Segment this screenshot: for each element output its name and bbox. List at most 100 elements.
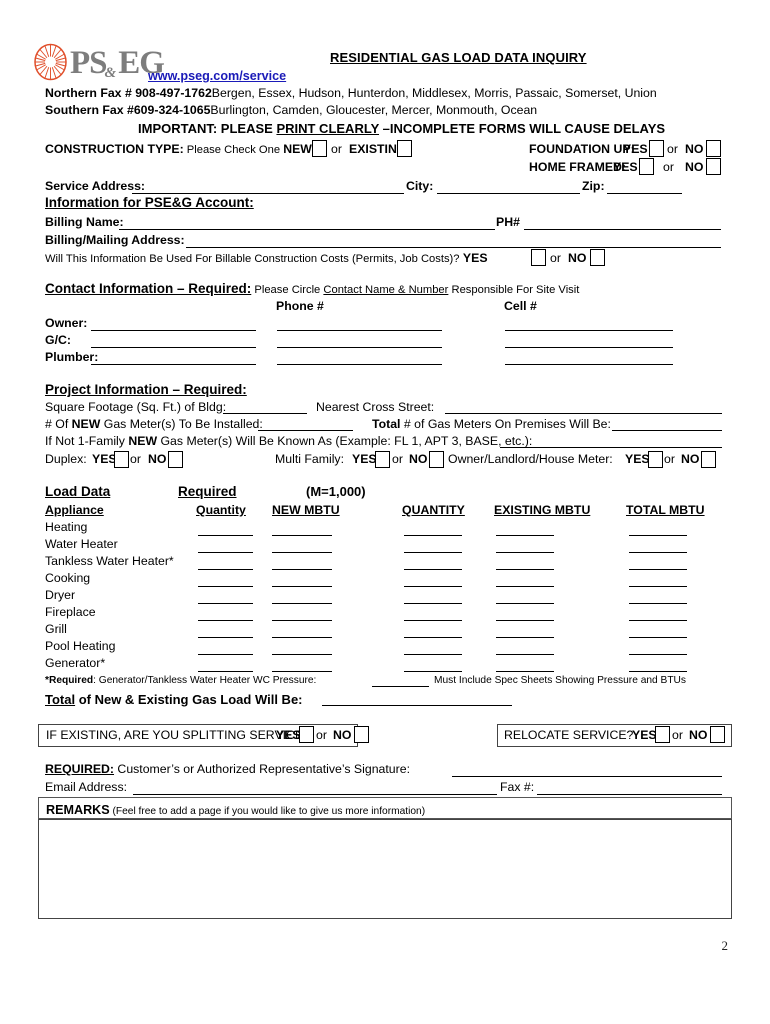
input-dryer-total-mbtu[interactable] bbox=[629, 603, 687, 604]
phone-input[interactable] bbox=[524, 229, 721, 230]
input-grill-quantity[interactable] bbox=[198, 637, 253, 638]
checkbox-foundation-yes[interactable] bbox=[649, 140, 664, 157]
checkbox-multifamily-no[interactable] bbox=[429, 451, 444, 468]
input-grill-total-mbtu[interactable] bbox=[629, 637, 687, 638]
input-tankless-quantity[interactable] bbox=[198, 569, 253, 570]
input-cooking-new-mbtu[interactable] bbox=[272, 586, 332, 587]
input-dryer-new-mbtu[interactable] bbox=[272, 603, 332, 604]
input-water-heater-new-mbtu[interactable] bbox=[272, 552, 332, 553]
contact-owner-phone-input[interactable] bbox=[277, 330, 442, 331]
zip-input[interactable] bbox=[607, 193, 682, 194]
input-cooking-quantity[interactable] bbox=[198, 586, 253, 587]
contact-plumber-cell-input[interactable] bbox=[505, 364, 673, 365]
cross-street-input[interactable] bbox=[445, 413, 722, 414]
input-wc-pressure[interactable] bbox=[372, 686, 429, 687]
southern-fax-line: Southern Fax #609-324-1065Burlington, Ca… bbox=[45, 104, 537, 117]
input-tankless-new-mbtu[interactable] bbox=[272, 569, 332, 570]
checkbox-foundation-no[interactable] bbox=[706, 140, 721, 157]
contact-gc-phone-input[interactable] bbox=[277, 347, 442, 348]
total-meters-input[interactable] bbox=[612, 430, 722, 431]
input-total-gas-load[interactable] bbox=[322, 705, 512, 706]
checkbox-home-framed-no[interactable] bbox=[706, 158, 721, 175]
input-signature[interactable] bbox=[452, 776, 722, 777]
checkbox-billable-no[interactable] bbox=[590, 249, 605, 266]
checkbox-relocate-yes[interactable] bbox=[655, 726, 670, 743]
email-label: Email Address: bbox=[45, 780, 128, 794]
input-cooking-quantity-existing[interactable] bbox=[404, 586, 462, 587]
input-tankless-total-mbtu[interactable] bbox=[629, 569, 687, 570]
input-email-address[interactable] bbox=[133, 794, 497, 795]
input-fax-number[interactable] bbox=[537, 794, 722, 795]
input-fireplace-quantity-existing[interactable] bbox=[404, 620, 462, 621]
total-gas-load-label: Total of New & Existing Gas Load Will Be… bbox=[45, 692, 303, 707]
input-dryer-existing-mbtu[interactable] bbox=[496, 603, 554, 604]
appliance-label-grill: Grill bbox=[45, 622, 67, 636]
input-generator-existing-mbtu[interactable] bbox=[496, 671, 554, 672]
contact-gc-cell-input[interactable] bbox=[505, 347, 673, 348]
checkbox-owner-meter-no[interactable] bbox=[701, 451, 716, 468]
sqft-input[interactable] bbox=[223, 413, 307, 414]
checkbox-construction-existing[interactable] bbox=[397, 140, 412, 157]
input-pool-heating-total-mbtu[interactable] bbox=[629, 654, 687, 655]
contact-owner-name-input[interactable] bbox=[91, 330, 256, 331]
input-grill-new-mbtu[interactable] bbox=[272, 637, 332, 638]
checkbox-home-framed-yes[interactable] bbox=[639, 158, 654, 175]
duplex-label: Duplex: bbox=[45, 452, 87, 466]
input-generator-new-mbtu[interactable] bbox=[272, 671, 332, 672]
remarks-textarea[interactable] bbox=[38, 819, 732, 919]
contact-plumber-phone-input[interactable] bbox=[277, 364, 442, 365]
input-tankless-existing-mbtu[interactable] bbox=[496, 569, 554, 570]
checkbox-multifamily-yes[interactable] bbox=[375, 451, 390, 468]
checkbox-duplex-no[interactable] bbox=[168, 451, 183, 468]
duplex-or-label: or bbox=[130, 452, 141, 466]
remarks-header-text: REMARKS (Feel free to add a page if you … bbox=[46, 801, 425, 819]
billing-address-input[interactable] bbox=[186, 247, 721, 248]
relocate-yes-label: YES bbox=[632, 728, 657, 742]
input-generator-quantity-existing[interactable] bbox=[404, 671, 462, 672]
contact-gc-name-input[interactable] bbox=[91, 347, 256, 348]
input-cooking-total-mbtu[interactable] bbox=[629, 586, 687, 587]
checkbox-relocate-no[interactable] bbox=[710, 726, 725, 743]
input-water-heater-quantity[interactable] bbox=[198, 552, 253, 553]
checkbox-billable-yes[interactable] bbox=[531, 249, 546, 266]
service-address-input[interactable] bbox=[132, 193, 404, 194]
input-pool-heating-quantity-existing[interactable] bbox=[404, 654, 462, 655]
input-fireplace-new-mbtu[interactable] bbox=[272, 620, 332, 621]
billing-name-input[interactable] bbox=[119, 229, 495, 230]
checkbox-duplex-yes[interactable] bbox=[114, 451, 129, 468]
input-heating-quantity[interactable] bbox=[198, 535, 253, 536]
required-spec-note-mid: : Generator/Tankless Water Heater WC Pre… bbox=[93, 675, 317, 686]
input-fireplace-total-mbtu[interactable] bbox=[629, 620, 687, 621]
input-grill-quantity-existing[interactable] bbox=[404, 637, 462, 638]
input-pool-heating-existing-mbtu[interactable] bbox=[496, 654, 554, 655]
input-water-heater-existing-mbtu[interactable] bbox=[496, 552, 554, 553]
pseg-website-link[interactable]: www.pseg.com/service bbox=[148, 69, 286, 83]
contact-owner-cell-input[interactable] bbox=[505, 330, 673, 331]
input-heating-total-mbtu[interactable] bbox=[629, 535, 687, 536]
input-dryer-quantity[interactable] bbox=[198, 603, 253, 604]
new-meters-input[interactable] bbox=[258, 430, 353, 431]
contact-plumber-name-input[interactable] bbox=[91, 364, 256, 365]
input-heating-new-mbtu[interactable] bbox=[272, 535, 332, 536]
input-water-heater-total-mbtu[interactable] bbox=[629, 552, 687, 553]
input-tankless-quantity-existing[interactable] bbox=[404, 569, 462, 570]
input-cooking-existing-mbtu[interactable] bbox=[496, 586, 554, 587]
input-heating-existing-mbtu[interactable] bbox=[496, 535, 554, 536]
input-pool-heating-quantity[interactable] bbox=[198, 654, 253, 655]
input-fireplace-existing-mbtu[interactable] bbox=[496, 620, 554, 621]
checkbox-owner-meter-yes[interactable] bbox=[648, 451, 663, 468]
city-input[interactable] bbox=[437, 193, 580, 194]
input-heating-quantity-existing[interactable] bbox=[404, 535, 462, 536]
pseg-sunburst-icon bbox=[34, 43, 67, 81]
input-generator-quantity[interactable] bbox=[198, 671, 253, 672]
not-one-family-input[interactable] bbox=[500, 447, 722, 448]
input-generator-total-mbtu[interactable] bbox=[629, 671, 687, 672]
input-grill-existing-mbtu[interactable] bbox=[496, 637, 554, 638]
input-water-heater-quantity-existing[interactable] bbox=[404, 552, 462, 553]
checkbox-splitting-yes[interactable] bbox=[299, 726, 314, 743]
checkbox-splitting-no[interactable] bbox=[354, 726, 369, 743]
input-fireplace-quantity[interactable] bbox=[198, 620, 253, 621]
checkbox-construction-new[interactable] bbox=[312, 140, 327, 157]
input-pool-heating-new-mbtu[interactable] bbox=[272, 654, 332, 655]
input-dryer-quantity-existing[interactable] bbox=[404, 603, 462, 604]
